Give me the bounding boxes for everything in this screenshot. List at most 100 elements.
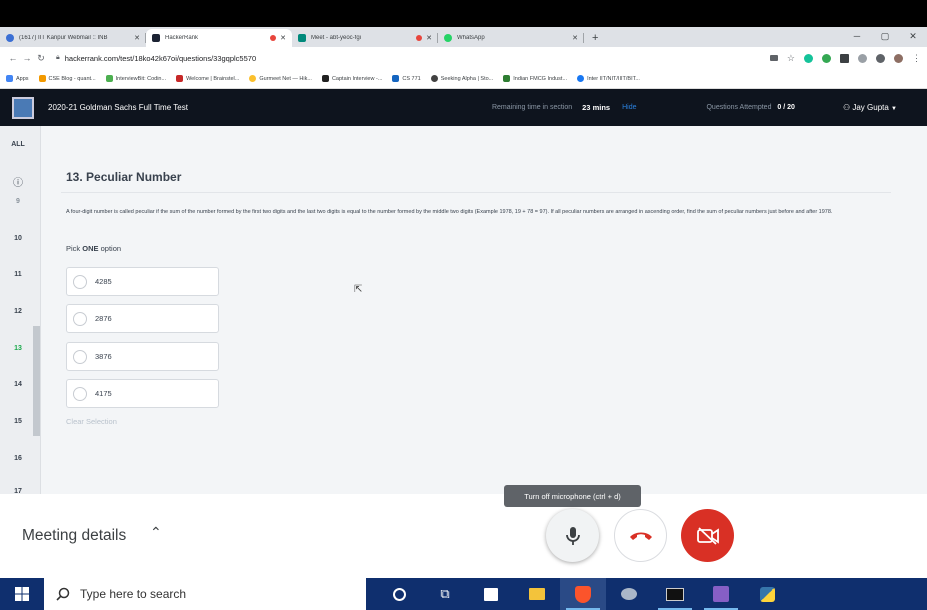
reload-icon[interactable]: ↻ — [34, 53, 48, 64]
green-extension-icon[interactable] — [822, 53, 831, 63]
back-icon[interactable]: ← — [6, 53, 20, 63]
task-view-icon: ⧉ — [440, 586, 450, 601]
tab-hackerrank[interactable]: HackerRank ✕ — [146, 29, 292, 47]
bookmark-item[interactable]: Seeking Alpha | Sto... — [430, 75, 493, 82]
taskbar-search-box[interactable]: Type here to search — [44, 578, 366, 610]
answer-option-2[interactable]: 2876 — [66, 304, 219, 333]
menu-kebab-icon[interactable]: ⋮ — [912, 53, 921, 64]
tab-label: (1617) IIT Kanpur Webmail :: INB — [19, 35, 108, 41]
nav-question-12[interactable]: 12 — [0, 308, 36, 315]
forward-icon[interactable]: → — [20, 53, 34, 63]
radio-button[interactable] — [73, 311, 87, 326]
grammarly-extension-icon[interactable] — [804, 53, 813, 63]
company-logo — [12, 96, 34, 119]
answer-option-3[interactable]: 3876 — [66, 342, 219, 371]
close-icon[interactable]: ✕ — [134, 34, 140, 42]
python-app[interactable] — [744, 578, 790, 610]
brainstel-icon — [176, 75, 184, 82]
python-icon — [759, 586, 775, 602]
nav-question-11[interactable]: 11 — [0, 271, 36, 278]
nav-question-14[interactable]: 14 — [0, 381, 36, 388]
leave-call-button[interactable] — [614, 509, 667, 562]
nav-question-10[interactable]: 10 — [0, 235, 36, 242]
hide-timer-link[interactable]: Hide — [622, 104, 636, 111]
browser-tab-strip: (1617) IIT Kanpur Webmail :: INB ✕ Hacke… — [0, 27, 927, 47]
shield-extension-icon[interactable] — [858, 53, 867, 63]
blog-icon — [38, 75, 46, 82]
cortana-circle-icon — [392, 587, 406, 601]
nav-question-16[interactable]: 16 — [0, 455, 36, 462]
chevron-up-icon[interactable]: ⌃ — [150, 524, 162, 541]
bookmark-item[interactable]: Inter IIT/NIT/IIIT/BIT... — [577, 75, 640, 82]
profile-avatar-icon[interactable] — [894, 53, 903, 63]
terminal-app[interactable] — [652, 578, 698, 610]
star-icon[interactable]: ☆ — [787, 53, 795, 64]
camera-indicator-icon[interactable] — [769, 55, 778, 61]
bookmark-label: CSE Blog - quant... — [48, 75, 96, 82]
nav-all[interactable]: ALL — [0, 141, 36, 148]
tab-meet[interactable]: Meet - abt-yeoc-fgi ✕ — [292, 29, 438, 47]
bookmark-label: Inter IIT/NIT/IIIT/BIT... — [587, 75, 640, 82]
tab-label: WhatsApp — [457, 35, 485, 41]
nav-question-13[interactable]: 13 — [0, 345, 36, 352]
maximize-icon[interactable]: ▢ — [871, 27, 899, 45]
user-menu[interactable]: ⚇ Jay Gupta ▼ — [843, 103, 897, 112]
bookmark-item[interactable]: InterviewBit: Codin... — [105, 75, 167, 82]
puzzle-extensions-icon[interactable] — [876, 53, 885, 63]
clear-selection-link[interactable]: Clear Selection — [66, 417, 117, 426]
visual-studio-app[interactable] — [698, 578, 744, 610]
radio-button[interactable] — [73, 386, 87, 401]
meeting-details-button[interactable]: Meeting details — [22, 527, 126, 545]
webmail-favicon-icon — [6, 34, 14, 42]
pick-prefix: Pick — [66, 244, 83, 253]
recording-indicator-icon — [270, 35, 277, 41]
bookmark-item[interactable]: CS 771 — [392, 75, 421, 82]
pick-bold: ONE — [82, 244, 99, 253]
bookmark-apps[interactable]: Apps — [6, 75, 29, 82]
start-button[interactable] — [0, 578, 44, 610]
bookmark-item[interactable]: Gurmeet Net — Hik... — [249, 75, 312, 82]
microphone-button[interactable] — [546, 509, 599, 562]
task-view-button[interactable]: ⧉ — [422, 578, 468, 610]
info-icon[interactable]: ⓘ — [0, 174, 36, 189]
new-tab-button[interactable]: + — [584, 32, 606, 47]
brave-browser-app[interactable] — [560, 578, 606, 610]
windows-logo-icon — [15, 587, 29, 601]
navigator-scrollbar[interactable] — [33, 326, 40, 436]
bookmark-item[interactable]: Welcome | Brainstel... — [176, 75, 239, 82]
hackerrank-favicon-icon — [152, 34, 160, 42]
radio-button[interactable] — [73, 274, 87, 289]
meet-favicon-icon — [298, 34, 306, 42]
bookmark-item[interactable]: Captain Interview -... — [321, 75, 382, 82]
bookmark-label: InterviewBit: Codin... — [115, 75, 167, 82]
bookmark-label: CS 771 — [402, 75, 421, 82]
close-icon[interactable]: ✕ — [426, 34, 432, 42]
tab-whatsapp[interactable]: WhatsApp ✕ — [438, 29, 584, 47]
folder-icon — [529, 588, 545, 600]
pick-instruction: Pick ONE option — [66, 244, 121, 253]
facebook-icon — [577, 75, 585, 82]
whatsapp-favicon-icon — [444, 34, 452, 42]
bookmark-item[interactable]: CSE Blog - quant... — [38, 75, 96, 82]
close-window-icon[interactable]: ✕ — [899, 27, 927, 45]
close-icon[interactable]: ✕ — [280, 34, 286, 42]
bookmark-item[interactable]: Indian FMCG Indust... — [503, 75, 567, 82]
close-icon[interactable]: ✕ — [572, 34, 578, 42]
answer-option-4[interactable]: 4175 — [66, 379, 219, 408]
answer-option-1[interactable]: 4285 — [66, 267, 219, 296]
cortana-button[interactable] — [376, 578, 422, 610]
radio-button[interactable] — [73, 349, 87, 364]
camera-toggle-button[interactable] — [681, 509, 734, 562]
dark-extension-icon[interactable] — [840, 53, 849, 63]
seeking-alpha-icon — [430, 75, 438, 82]
snipping-app[interactable] — [606, 578, 652, 610]
store-app[interactable] — [468, 578, 514, 610]
minimize-icon[interactable]: ─ — [843, 27, 871, 45]
nav-question-9[interactable]: 9 — [0, 198, 36, 204]
file-explorer-app[interactable] — [514, 578, 560, 610]
nav-question-15[interactable]: 15 — [0, 418, 36, 425]
bookmark-label: Gurmeet Net — Hik... — [259, 75, 312, 82]
tab-webmail[interactable]: (1617) IIT Kanpur Webmail :: INB ✕ — [0, 29, 146, 47]
question-text: A four-digit number is called peculiar i… — [66, 209, 833, 215]
url-field[interactable]: 🔒︎ hackerrank.com/test/18ko42k67oi/quest… — [56, 54, 770, 63]
